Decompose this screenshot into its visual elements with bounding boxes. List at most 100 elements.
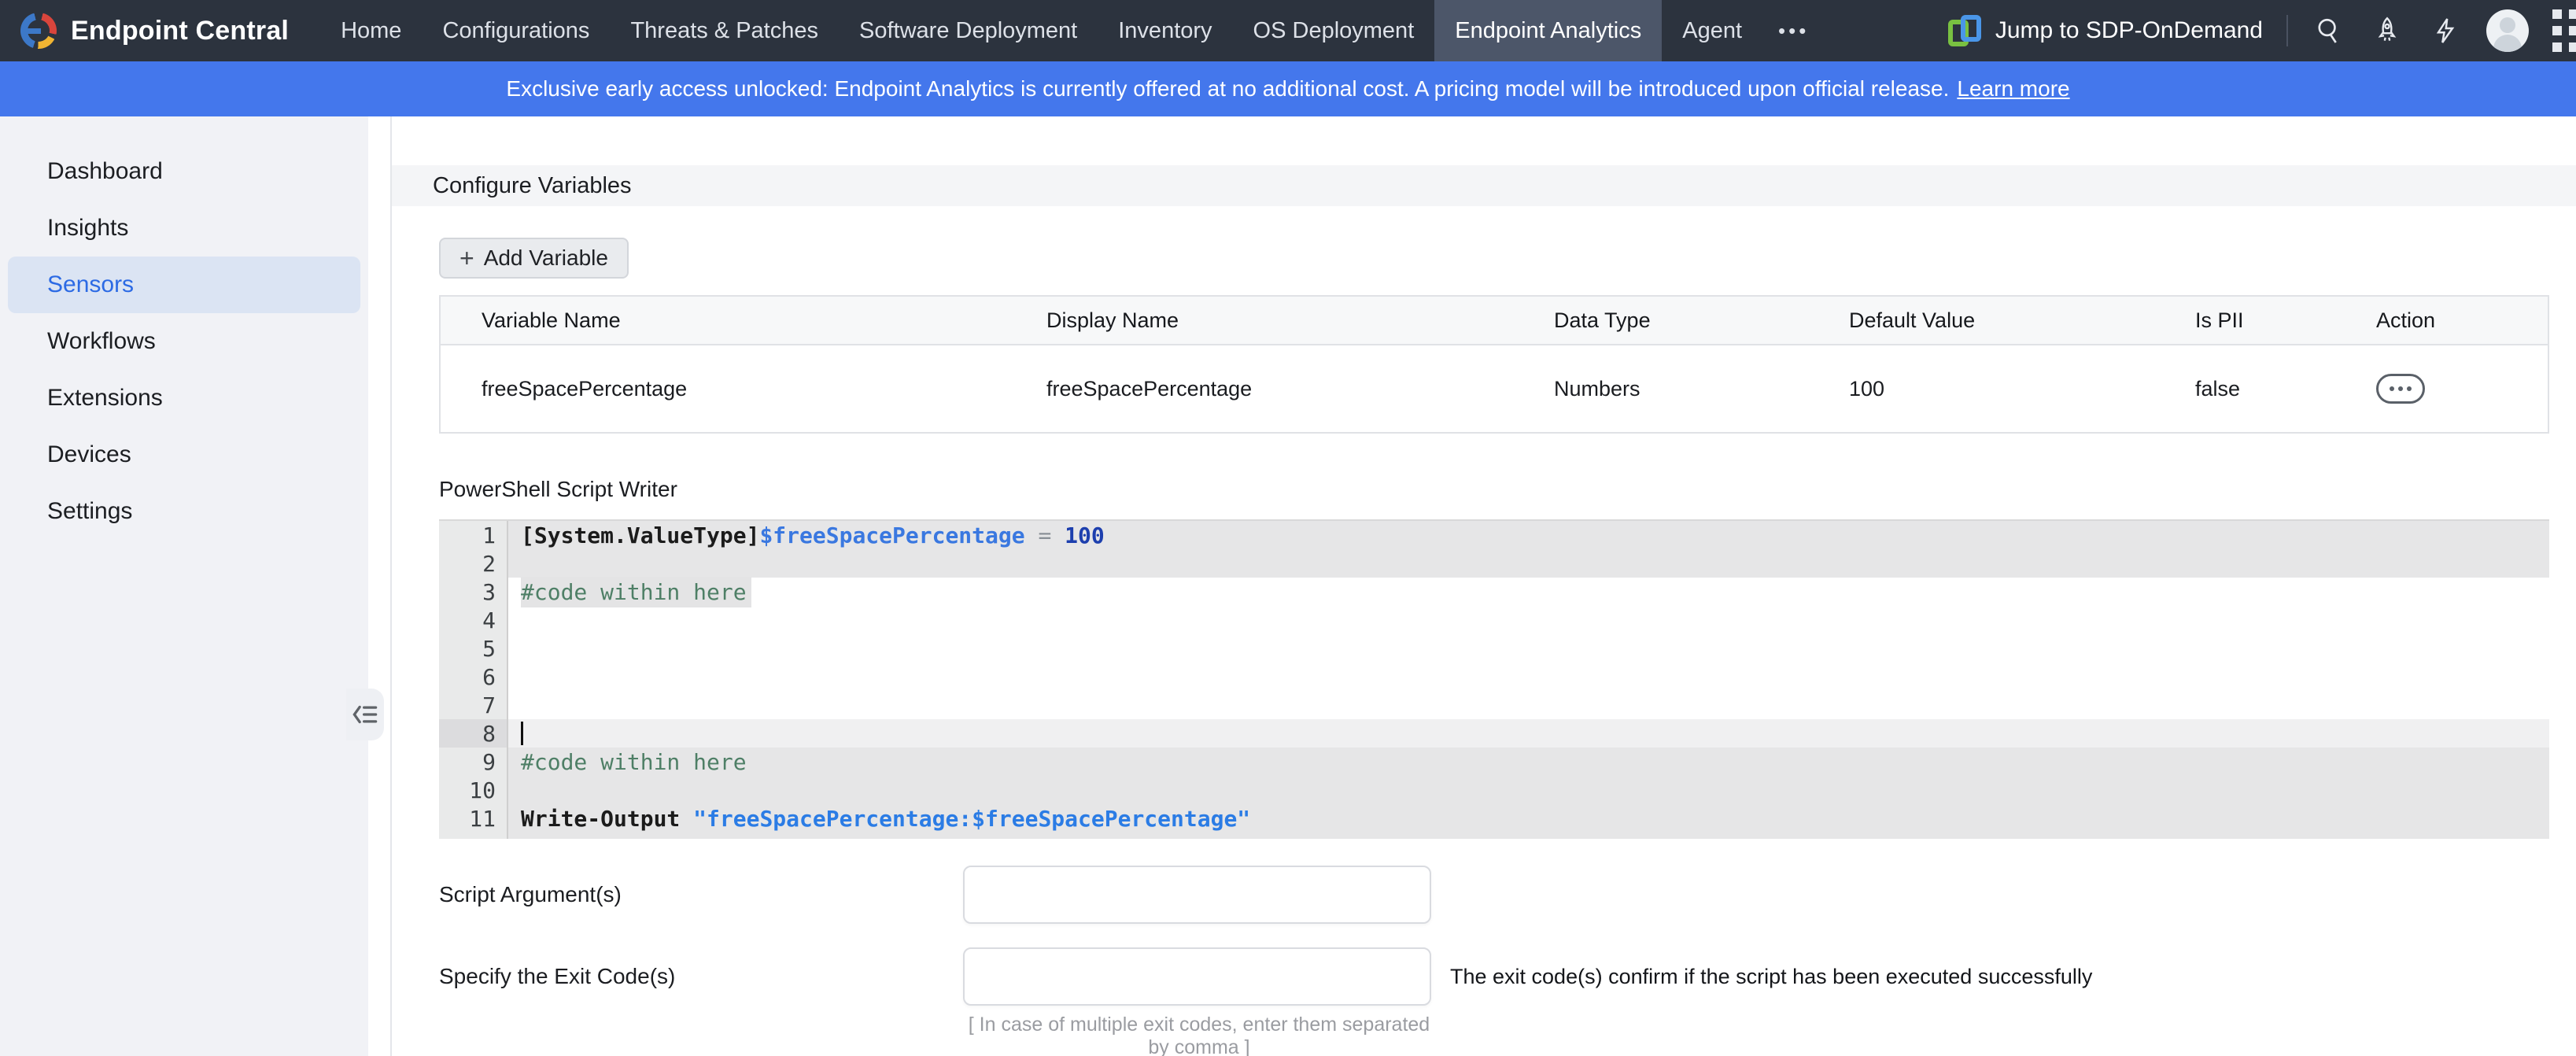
nav-item-agent[interactable]: Agent — [1662, 0, 1762, 61]
line-number: 1 — [439, 521, 508, 549]
line-code — [508, 663, 2549, 691]
line-number: 10 — [439, 776, 508, 804]
editor-line-11[interactable]: 11Write-Output "freeSpacePercentage:$fre… — [439, 804, 2549, 833]
sidebar-item-settings[interactable]: Settings — [8, 483, 360, 540]
editor-line-10[interactable]: 10 — [439, 776, 2549, 804]
code-token: = — [1025, 522, 1065, 548]
table-cell: Numbers — [1554, 377, 1849, 401]
exit-codes-note: [ In case of multiple exit codes, enter … — [963, 1014, 1435, 1056]
sidebar-item-devices[interactable]: Devices — [8, 426, 360, 483]
topbar-right: Jump to SDP-OnDemand — [1948, 0, 2576, 61]
jump-to-sdp-label: Jump to SDP-OnDemand — [1995, 17, 2263, 44]
nav-item-endpoint-analytics[interactable]: Endpoint Analytics — [1434, 0, 1662, 61]
line-number: 4 — [439, 606, 508, 634]
text-cursor — [521, 722, 523, 745]
editor-line-5[interactable]: 5 — [439, 634, 2549, 663]
sidebar-item-sensors[interactable]: Sensors — [8, 257, 360, 313]
plus-icon: + — [459, 246, 474, 271]
line-code: [System.ValueType]$freeSpacePercentage =… — [508, 521, 2549, 549]
search-icon[interactable] — [2312, 13, 2346, 48]
jump-to-sdp-link[interactable]: Jump to SDP-OnDemand — [1948, 13, 2263, 48]
line-number: 5 — [439, 634, 508, 663]
line-code — [508, 776, 2549, 804]
exit-codes-input[interactable] — [963, 947, 1431, 1006]
powershell-script-editor[interactable]: 1[System.ValueType]$freeSpacePercentage … — [439, 519, 2549, 839]
editor-line-8[interactable]: 8 — [439, 719, 2549, 748]
editor-line-3[interactable]: 3 #code within here — [439, 578, 2549, 606]
topbar-divider — [2286, 15, 2288, 46]
exit-codes-row: Specify the Exit Code(s) The exit code(s… — [439, 947, 2549, 1006]
sidebar-item-insights[interactable]: Insights — [8, 200, 360, 257]
code-token: [System.ValueType] — [521, 522, 759, 548]
main-nav: HomeConfigurationsThreats & PatchesSoftw… — [320, 0, 1825, 61]
code-token: #code within here — [521, 577, 751, 607]
nav-item-inventory[interactable]: Inventory — [1098, 0, 1232, 61]
exit-codes-help: The exit code(s) confirm if the script h… — [1450, 965, 2092, 989]
line-code: #code within here — [508, 578, 2549, 606]
sidebar-item-extensions[interactable]: Extensions — [8, 370, 360, 426]
editor-line-4[interactable]: 4 — [439, 606, 2549, 634]
line-code — [508, 691, 2549, 719]
column-header-variable-name: Variable Name — [441, 308, 1046, 333]
exit-codes-label: Specify the Exit Code(s) — [439, 964, 963, 989]
sdp-icon — [1948, 13, 1983, 48]
page-title: Configure Variables — [392, 165, 2576, 206]
top-navbar: Endpoint Central HomeConfigurationsThrea… — [0, 0, 2576, 61]
line-code — [508, 606, 2549, 634]
sidebar-item-dashboard[interactable]: Dashboard — [8, 143, 360, 200]
brand-title: Endpoint Central — [71, 16, 289, 46]
line-code — [508, 719, 2549, 748]
script-arguments-input[interactable] — [963, 866, 1431, 924]
variables-table-header: Variable NameDisplay NameData TypeDefaul… — [441, 297, 2548, 345]
banner-text: Exclusive early access unlocked: Endpoin… — [506, 76, 1949, 102]
nav-item-threats-patches[interactable]: Threats & Patches — [610, 0, 839, 61]
table-row: freeSpacePercentagefreeSpacePercentageNu… — [441, 345, 2548, 432]
sidebar: DashboardInsightsSensorsWorkflowsExtensi… — [0, 116, 368, 1056]
line-number: 9 — [439, 748, 508, 776]
nav-item-os-deployment[interactable]: OS Deployment — [1233, 0, 1435, 61]
line-number: 3 — [439, 578, 508, 606]
code-token: "freeSpacePercentage:$freeSpacePercentag… — [693, 806, 1250, 832]
learn-more-link[interactable]: Learn more — [1957, 76, 2069, 102]
apps-grid-icon[interactable] — [2552, 9, 2576, 52]
line-number: 2 — [439, 549, 508, 578]
main-panel: Configure Variables + Add Variable Varia… — [392, 116, 2576, 1056]
line-code: Write-Output "freeSpacePercentage:$freeS… — [508, 804, 2549, 833]
nav-more-button[interactable]: ••• — [1762, 0, 1825, 61]
editor-line-2[interactable]: 2 — [439, 549, 2549, 578]
editor-line-1[interactable]: 1[System.ValueType]$freeSpacePercentage … — [439, 521, 2549, 549]
line-code: #code within here — [508, 748, 2549, 776]
table-cell: 100 — [1849, 377, 2195, 401]
line-number: 11 — [439, 804, 508, 833]
line-number: 6 — [439, 663, 508, 691]
sidebar-item-workflows[interactable]: Workflows — [8, 313, 360, 370]
flash-icon[interactable] — [2428, 13, 2463, 48]
editor-line-7[interactable]: 7 — [439, 691, 2549, 719]
editor-line-9[interactable]: 9 #code within here — [439, 748, 2549, 776]
editor-bottom-filler — [439, 833, 2549, 839]
table-cell: false — [2195, 377, 2376, 401]
column-header-default-value: Default Value — [1849, 308, 2195, 333]
rocket-icon[interactable] — [2370, 13, 2404, 48]
nav-item-configurations[interactable]: Configurations — [422, 0, 610, 61]
row-actions-ellipsis-icon[interactable] — [2376, 374, 2425, 404]
nav-item-home[interactable]: Home — [320, 0, 422, 61]
column-header-data-type: Data Type — [1554, 308, 1849, 333]
table-cell-action — [2376, 374, 2548, 404]
code-token: $freeSpacePercentage — [759, 522, 1024, 548]
code-token: #code within here — [521, 749, 747, 775]
sidebar-collapse-button[interactable] — [346, 689, 384, 740]
code-token: 100 — [1065, 522, 1105, 548]
script-arguments-label: Script Argument(s) — [439, 882, 963, 907]
line-number: 7 — [439, 691, 508, 719]
early-access-banner: Exclusive early access unlocked: Endpoin… — [0, 61, 2576, 116]
table-cell: freeSpacePercentage — [1046, 377, 1554, 401]
endpoint-central-logo-icon — [20, 13, 57, 49]
nav-item-software-deployment[interactable]: Software Deployment — [839, 0, 1098, 61]
content-divider — [368, 116, 392, 1056]
editor-line-6[interactable]: 6 — [439, 663, 2549, 691]
line-number: 8 — [439, 719, 508, 748]
add-variable-button[interactable]: + Add Variable — [439, 238, 629, 279]
column-header-is-pii: Is PII — [2195, 308, 2376, 333]
user-avatar[interactable] — [2486, 9, 2529, 52]
